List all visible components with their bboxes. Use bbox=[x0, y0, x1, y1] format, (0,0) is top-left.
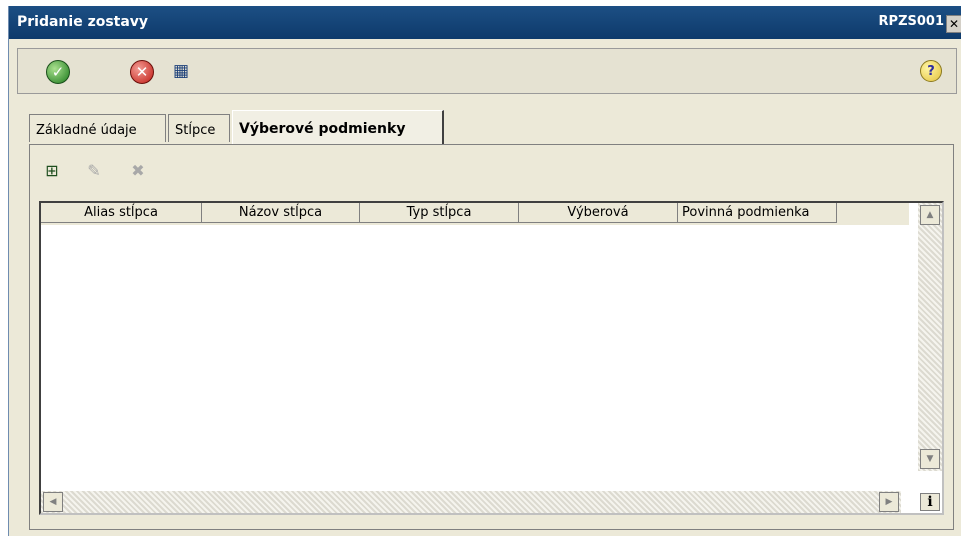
vertical-scrollbar[interactable]: ▲ ▼ bbox=[918, 203, 942, 471]
tab-vyberove-podmienky[interactable]: Výberové podmienky bbox=[232, 110, 444, 145]
scroll-right-icon[interactable]: ▶ bbox=[879, 492, 899, 512]
add-icon[interactable]: ⊞ bbox=[42, 161, 62, 180]
report-window: Pridanie zostavy RPZS001 ✕ ✓ ✕ ▦ ? Zákla… bbox=[8, 6, 961, 536]
window-title: Pridanie zostavy bbox=[17, 14, 149, 30]
main-toolbar: ✓ ✕ ▦ ? bbox=[17, 48, 957, 94]
table-header: Alias stĺpca Názov stĺpca Typ stĺpca Výb… bbox=[41, 203, 909, 225]
tab-stlpce[interactable]: Stĺpce bbox=[168, 114, 230, 142]
tab-zakladne-udaje[interactable]: Základné údaje bbox=[29, 114, 166, 142]
layout-icon[interactable]: ▦ bbox=[170, 60, 192, 82]
conditions-table: Alias stĺpca Názov stĺpca Typ stĺpca Výb… bbox=[39, 201, 944, 515]
check-icon[interactable]: ✓ bbox=[46, 60, 70, 84]
column-header-vyberova[interactable]: Výberová bbox=[519, 203, 678, 223]
window-code: RPZS001 bbox=[878, 14, 944, 29]
delete-icon: ✖ bbox=[131, 161, 145, 180]
edit-icon: ✎ bbox=[87, 161, 101, 180]
info-icon[interactable]: i bbox=[920, 493, 940, 511]
title-bar: Pridanie zostavy RPZS001 ✕ bbox=[9, 6, 961, 39]
selection-conditions-panel: ⊞ ✎ ✖ Alias stĺpca Názov stĺpca Typ stĺp… bbox=[29, 144, 954, 530]
column-header-alias[interactable]: Alias stĺpca bbox=[41, 203, 202, 223]
scroll-left-icon[interactable]: ◀ bbox=[43, 492, 63, 512]
column-header-nazov[interactable]: Názov stĺpca bbox=[202, 203, 360, 223]
scroll-down-icon[interactable]: ▼ bbox=[920, 449, 940, 469]
scroll-up-icon[interactable]: ▲ bbox=[920, 205, 940, 225]
cancel-icon[interactable]: ✕ bbox=[130, 60, 154, 84]
close-icon[interactable]: ✕ bbox=[946, 15, 961, 33]
horizontal-scrollbar[interactable]: ◀ ▶ bbox=[41, 491, 901, 513]
column-header-povinna[interactable]: Povinná podmienka bbox=[678, 203, 837, 223]
column-header-typ[interactable]: Typ stĺpca bbox=[360, 203, 519, 223]
help-icon[interactable]: ? bbox=[920, 60, 942, 82]
